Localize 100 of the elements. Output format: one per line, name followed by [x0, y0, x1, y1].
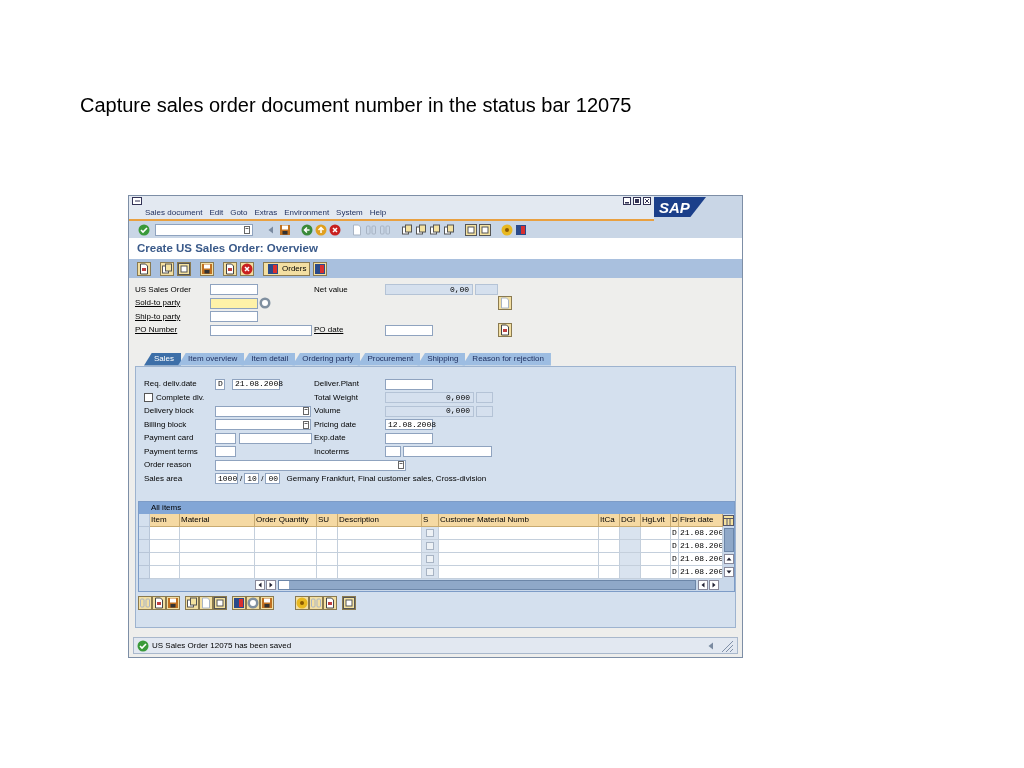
tool-button[interactable] [240, 261, 254, 276]
column-header[interactable]: S [422, 514, 439, 527]
back-icon[interactable] [301, 223, 313, 236]
input-field[interactable] [385, 432, 433, 444]
dropdown-field[interactable] [215, 419, 311, 430]
column-header[interactable]: Customer Material Numb [439, 514, 599, 527]
column-header[interactable]: DGI [620, 514, 641, 527]
tool-button[interactable] [342, 596, 356, 610]
tool-button[interactable] [152, 596, 166, 610]
tab[interactable]: Reason for rejection [462, 352, 551, 366]
table-settings-icon[interactable] [723, 515, 734, 526]
tool-button[interactable] [213, 596, 227, 610]
tool-button[interactable] [323, 596, 337, 610]
input-field[interactable] [385, 378, 433, 390]
menu-item[interactable]: Goto [230, 208, 248, 217]
scroll-thumb[interactable] [723, 528, 734, 552]
tool-button[interactable] [137, 261, 151, 276]
save-icon [167, 597, 179, 609]
field-label[interactable]: Ship-to party [135, 312, 210, 321]
sap-logo: SAP [654, 197, 706, 217]
tool-button[interactable] [260, 596, 274, 610]
field-label[interactable]: PO Number [135, 326, 210, 334]
input-field[interactable] [210, 324, 312, 336]
close-icon[interactable] [643, 197, 651, 205]
tool-button[interactable] [498, 323, 512, 337]
input-field[interactable] [403, 446, 492, 457]
orders-button[interactable]: Orders [263, 261, 311, 276]
column-header[interactable]: SU [317, 514, 338, 527]
dropdown-field[interactable] [215, 459, 406, 471]
column-header[interactable]: Description [338, 514, 422, 527]
check-icon[interactable] [138, 223, 150, 236]
page-icon[interactable] [443, 223, 455, 236]
checkbox[interactable] [144, 393, 153, 402]
tab[interactable]: Item detail [241, 352, 296, 366]
tool-button[interactable] [200, 261, 214, 276]
column-header[interactable]: Order Quantity [255, 514, 317, 527]
input-field[interactable] [210, 311, 258, 322]
input-field[interactable] [210, 284, 258, 295]
menu-item[interactable]: Help [369, 208, 387, 217]
input-field[interactable] [239, 432, 312, 444]
menu-item[interactable]: Edit [209, 208, 224, 217]
tool-button[interactable] [185, 596, 199, 610]
input-field[interactable] [210, 297, 258, 309]
window-icon[interactable] [465, 223, 477, 236]
status-message: US Sales Order 12075 has been saved [152, 641, 292, 650]
field-label: Delivery block [144, 407, 195, 415]
page-icon[interactable] [429, 223, 441, 236]
scroll-right-icon[interactable] [709, 580, 719, 590]
page-icon[interactable] [401, 223, 413, 236]
tab[interactable]: Ordering party [292, 352, 361, 366]
input-field[interactable] [385, 446, 401, 457]
field-label: Total Weight [314, 393, 359, 402]
tab[interactable]: Shipping [417, 352, 466, 366]
column-header[interactable]: First date [679, 514, 723, 527]
menu-item[interactable]: Extras [254, 208, 278, 217]
menu-item[interactable]: Sales document [145, 208, 203, 217]
field-label: Payment terms [144, 447, 199, 456]
tool-button[interactable] [160, 261, 174, 276]
window-icon[interactable] [479, 223, 491, 236]
tool-button[interactable] [313, 261, 328, 276]
tool-button[interactable] [166, 596, 180, 610]
input-field[interactable]: 10 [244, 473, 260, 484]
scroll-right-icon[interactable] [266, 580, 276, 590]
scroll-up-icon[interactable] [723, 554, 734, 564]
input-field[interactable] [215, 446, 236, 457]
resize-grip-icon[interactable] [720, 638, 734, 653]
column-header[interactable]: Item [150, 514, 180, 527]
separator-text: / [240, 474, 243, 483]
tab[interactable]: Procurement [357, 352, 421, 366]
tab[interactable]: Sales [144, 352, 181, 366]
scroll-down-icon[interactable] [723, 567, 734, 577]
layout-icon[interactable] [515, 223, 527, 236]
input-field[interactable]: 1000 [215, 473, 238, 484]
menu-item[interactable]: System [336, 208, 363, 217]
cancel-icon[interactable] [329, 223, 341, 236]
column-header[interactable]: Material [180, 514, 255, 527]
dropdown-field[interactable] [215, 405, 311, 417]
field-label[interactable]: Sold-to party [135, 299, 210, 307]
input-field[interactable] [215, 432, 236, 444]
field-label[interactable]: PO date [314, 326, 385, 334]
menu-item[interactable]: Environment [284, 208, 330, 217]
page-icon[interactable] [415, 223, 427, 236]
scroll-left-icon[interactable] [698, 580, 708, 590]
save-icon[interactable] [279, 223, 291, 236]
column-header[interactable]: HgLvlt [641, 514, 671, 527]
column-header[interactable]: ItCa [599, 514, 620, 527]
field-label: Deliver.Plant [314, 380, 360, 388]
menu-icon[interactable] [132, 197, 142, 205]
input-field[interactable]: D [215, 378, 225, 390]
tool-button[interactable] [223, 261, 237, 276]
input-field[interactable] [385, 324, 433, 336]
input-field[interactable]: 00 [265, 473, 281, 484]
command-field[interactable] [155, 223, 253, 236]
tool-button[interactable] [232, 596, 246, 610]
maximize-icon[interactable] [633, 197, 641, 205]
minimize-icon[interactable] [623, 197, 631, 205]
tab[interactable]: Item overview [178, 352, 245, 366]
horizontal-scrollbar[interactable] [278, 580, 696, 590]
scroll-left-icon[interactable] [255, 580, 265, 590]
tool-button[interactable] [177, 261, 191, 276]
